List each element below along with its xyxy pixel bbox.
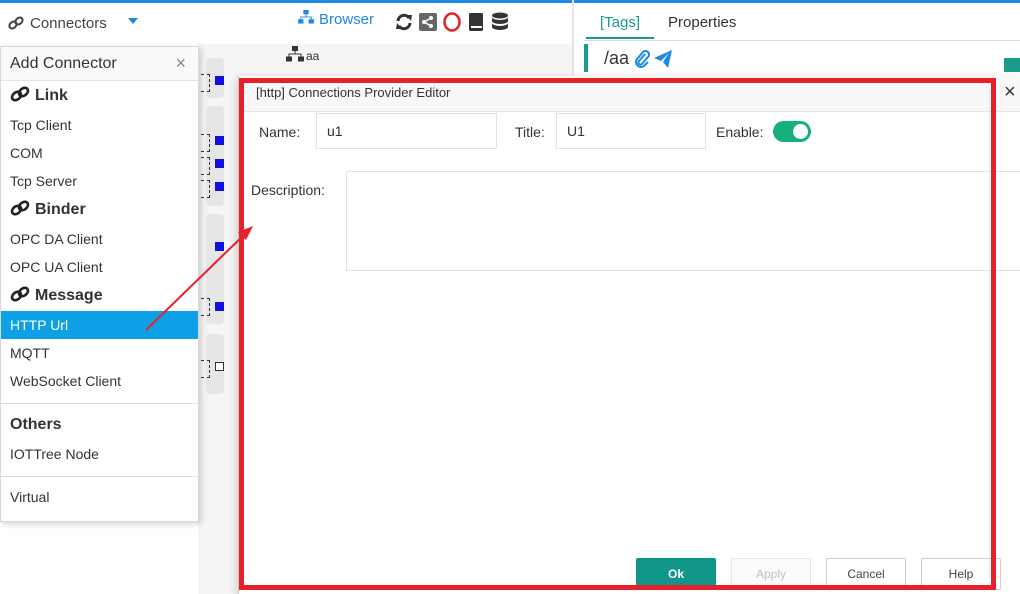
toggle-knob — [793, 124, 808, 139]
paperclip-icon[interactable] — [634, 49, 651, 73]
description-textarea[interactable] — [346, 171, 1020, 271]
ok-button[interactable]: Ok — [636, 558, 716, 590]
description-label: Description: — [251, 182, 325, 198]
connector-port — [201, 360, 210, 378]
send-icon[interactable] — [654, 50, 672, 73]
menu-item-opc-ua-client[interactable]: OPC UA Client — [1, 253, 198, 281]
cancel-button[interactable]: Cancel — [826, 558, 906, 590]
right-panel-tabs: [Tags] Properties — [586, 12, 750, 39]
menu-item-tcp-server[interactable]: Tcp Server — [1, 167, 198, 195]
close-icon[interactable]: × — [1004, 82, 1016, 102]
help-button[interactable]: Help — [921, 558, 1001, 590]
app-root: aa Connectors Browser [Tags] Properties … — [0, 0, 1020, 594]
panel-marker — [1004, 58, 1020, 72]
book-icon[interactable] — [466, 11, 486, 33]
menu-item-websocket-client[interactable]: WebSocket Client — [1, 367, 198, 395]
browser-label: Browser — [319, 10, 375, 28]
menu-group-label: Link — [35, 87, 68, 104]
connectors-label: Connectors — [30, 14, 107, 32]
connection-point[interactable] — [215, 302, 224, 311]
menu-item-virtual[interactable]: Virtual — [1, 483, 198, 511]
connection-point[interactable] — [215, 76, 224, 85]
tab-tags[interactable]: [Tags] — [586, 12, 655, 39]
connection-point[interactable] — [215, 242, 224, 251]
close-icon[interactable]: × — [175, 53, 186, 74]
menu-title: Add Connector — [10, 54, 117, 72]
toolbar — [394, 11, 510, 33]
dialog-title: [http] Connections Provider Editor — [256, 85, 451, 100]
enable-label: Enable: — [716, 124, 764, 140]
name-label: Name: — [259, 124, 301, 140]
menu-item-opc-da-client[interactable]: OPC DA Client — [1, 225, 198, 253]
menu-header: Add Connector × — [1, 47, 198, 81]
menu-divider — [1, 476, 198, 477]
tree-node-label: aa — [306, 48, 320, 63]
browser-tab[interactable]: Browser — [298, 10, 374, 28]
share-icon[interactable] — [418, 11, 438, 33]
link-icon — [10, 199, 30, 221]
connection-point[interactable] — [215, 159, 224, 168]
menu-divider — [1, 403, 198, 404]
tree-root-node[interactable]: aa — [286, 46, 319, 65]
connector-port — [201, 134, 210, 152]
divider — [584, 40, 1020, 41]
menu-item-mqtt[interactable]: MQTT — [1, 339, 198, 367]
dialog-titlebar[interactable]: [http] Connections Provider Editor × — [239, 76, 1020, 112]
title-input[interactable]: U1 — [556, 113, 706, 149]
menu-group-binder: Binder — [1, 195, 198, 225]
refresh-icon[interactable] — [394, 11, 414, 33]
connector-port — [201, 74, 210, 92]
menu-group-label: Message — [35, 287, 103, 304]
menu-item-iottree-node[interactable]: IOTTree Node — [1, 440, 198, 468]
connector-port — [201, 157, 210, 175]
connection-point[interactable] — [215, 182, 224, 191]
connection-point[interactable] — [215, 136, 224, 145]
apply-button[interactable]: Apply — [731, 558, 811, 590]
top-bar: Connectors Browser — [0, 0, 1020, 44]
menu-group-label: Binder — [35, 201, 86, 218]
title-label: Title: — [515, 124, 545, 140]
connectors-tab[interactable]: Connectors — [8, 12, 107, 34]
chevron-down-icon[interactable] — [128, 18, 138, 24]
link-icon — [10, 285, 30, 307]
ring-icon[interactable] — [442, 11, 462, 33]
tab-properties[interactable]: Properties — [654, 12, 750, 39]
link-icon — [8, 16, 24, 30]
connector-port — [201, 298, 210, 316]
current-path: /aa — [604, 48, 630, 68]
connections-provider-editor-dialog: [http] Connections Provider Editor × Nam… — [238, 76, 1020, 594]
sitemap-icon — [286, 46, 304, 65]
menu-group-link: Link — [1, 81, 198, 111]
menu-group-message: Message — [1, 281, 198, 311]
connector-port — [201, 180, 210, 198]
menu-group-others: Others — [10, 416, 62, 433]
add-connector-menu: Add Connector × Link Tcp Client COM Tcp … — [0, 46, 199, 522]
menu-item-com[interactable]: COM — [1, 139, 198, 167]
link-icon — [10, 85, 30, 107]
sitemap-icon — [298, 10, 314, 28]
path-actions — [634, 49, 672, 73]
top-accent-line — [0, 0, 1020, 3]
enable-toggle[interactable] — [773, 121, 811, 142]
connection-point[interactable] — [215, 362, 224, 371]
database-icon[interactable] — [490, 11, 510, 33]
name-input[interactable]: u1 — [316, 113, 497, 149]
menu-item-tcp-client[interactable]: Tcp Client — [1, 111, 198, 139]
menu-item-http-url[interactable]: HTTP Url — [1, 311, 198, 339]
